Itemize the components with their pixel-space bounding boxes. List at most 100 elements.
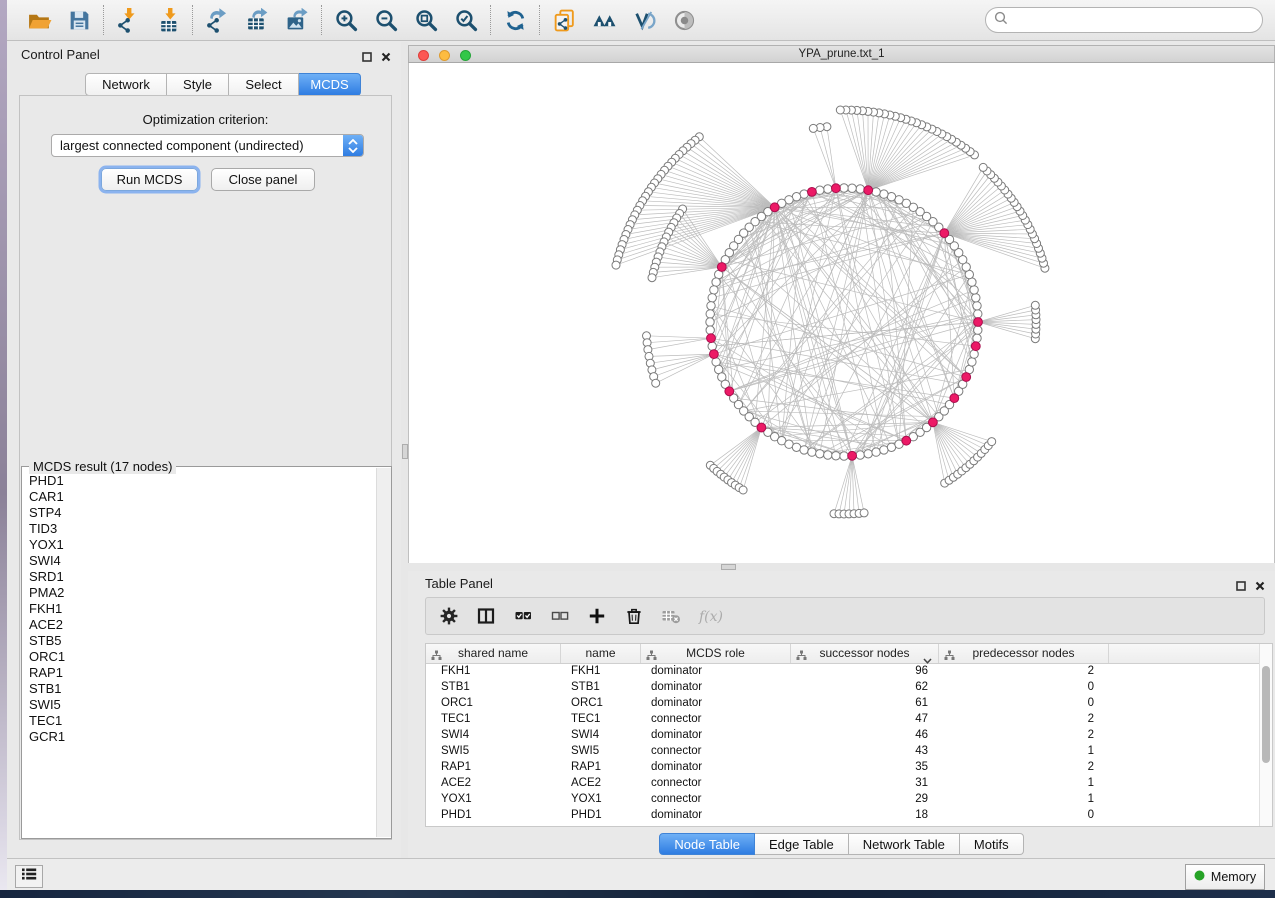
result-list-item[interactable]: SWI5 [23, 697, 373, 713]
ring-node[interactable] [707, 302, 715, 310]
ring-node[interactable] [973, 334, 981, 342]
result-list-item[interactable]: STP4 [23, 505, 373, 521]
ring-node[interactable] [872, 448, 880, 456]
search-network-icon[interactable] [590, 6, 618, 34]
result-list-item[interactable]: ORC1 [23, 649, 373, 665]
network-window-titlebar[interactable]: YPA_prune.txt_1 [408, 45, 1275, 63]
ring-node[interactable] [973, 302, 981, 310]
delete-column-icon[interactable] [624, 605, 644, 627]
vertical-splitter[interactable] [401, 42, 408, 858]
table-row[interactable]: RAP1RAP1dominator352 [426, 759, 1259, 775]
ring-node[interactable] [800, 446, 808, 454]
zoom-in-icon[interactable] [332, 6, 360, 34]
leaf-node[interactable] [860, 509, 868, 517]
save-session-icon[interactable] [65, 6, 93, 34]
select-all-checkboxes-icon[interactable] [513, 605, 533, 627]
leaf-node[interactable] [809, 124, 817, 132]
export-table-icon[interactable] [243, 6, 271, 34]
hub-node[interactable] [832, 184, 841, 193]
tab-select[interactable]: Select [229, 73, 299, 96]
export-image-icon[interactable] [283, 6, 311, 34]
ring-node[interactable] [840, 452, 848, 460]
horizontal-splitter[interactable] [408, 563, 1275, 571]
table-scrollbar[interactable] [1259, 644, 1272, 826]
scrollbar-thumb[interactable] [1262, 666, 1270, 763]
leaf-node[interactable] [988, 438, 996, 446]
leaf-node[interactable] [836, 106, 844, 114]
leaf-node[interactable] [612, 261, 620, 269]
ring-node[interactable] [824, 185, 832, 193]
ring-node[interactable] [712, 278, 720, 286]
refresh-view-icon[interactable] [501, 6, 529, 34]
add-column-icon[interactable] [587, 605, 607, 627]
result-list-item[interactable]: YOX1 [23, 537, 373, 553]
tab-network[interactable]: Network [85, 73, 167, 96]
search-input[interactable] [1013, 12, 1262, 28]
table-row[interactable]: PHD1PHD1dominator180 [426, 807, 1259, 823]
hub-node[interactable] [902, 436, 911, 445]
ring-node[interactable] [970, 350, 978, 358]
result-list-item[interactable]: ACE2 [23, 617, 373, 633]
result-list-item[interactable]: SWI4 [23, 553, 373, 569]
ring-node[interactable] [808, 448, 816, 456]
result-list-item[interactable]: GCR1 [23, 729, 373, 745]
close-panel-icon[interactable] [1255, 578, 1265, 596]
result-list-item[interactable]: PHD1 [23, 473, 373, 489]
ring-node[interactable] [708, 342, 716, 350]
splitter-handle[interactable] [721, 564, 736, 570]
ring-node[interactable] [968, 358, 976, 366]
network-canvas[interactable] [408, 63, 1275, 563]
table-row[interactable]: SWI4SWI4dominator462 [426, 727, 1259, 743]
memory-button[interactable]: Memory [1185, 864, 1265, 890]
close-panel-icon[interactable] [381, 49, 391, 67]
column-header-shared-name[interactable]: shared name [426, 644, 561, 663]
leaf-node[interactable] [739, 486, 747, 494]
ring-node[interactable] [974, 310, 982, 318]
ring-node[interactable] [970, 286, 978, 294]
float-panel-icon[interactable] [1236, 578, 1246, 596]
zoom-fit-icon[interactable] [412, 6, 440, 34]
result-list-item[interactable]: RAP1 [23, 665, 373, 681]
hub-node[interactable] [757, 423, 766, 432]
column-header-name[interactable]: name [561, 644, 641, 663]
hub-node[interactable] [974, 318, 983, 327]
table-row[interactable]: YOX1YOX1connector291 [426, 791, 1259, 807]
result-list-item[interactable]: STB5 [23, 633, 373, 649]
settings-icon[interactable] [439, 605, 459, 627]
tab-node-table[interactable]: Node Table [659, 833, 755, 855]
search-box[interactable] [985, 7, 1263, 33]
hub-node[interactable] [864, 186, 873, 195]
ring-node[interactable] [710, 286, 718, 294]
zoom-selected-icon[interactable] [452, 6, 480, 34]
export-network-icon[interactable] [203, 6, 231, 34]
table-row[interactable]: STB1STB1dominator620 [426, 679, 1259, 695]
hub-node[interactable] [848, 451, 857, 460]
leaf-node[interactable] [979, 163, 987, 171]
ring-node[interactable] [840, 184, 848, 192]
hub-node[interactable] [962, 373, 971, 382]
hub-node[interactable] [710, 350, 719, 359]
result-list-item[interactable]: CAR1 [23, 489, 373, 505]
hub-node[interactable] [940, 229, 949, 238]
column-header-MCDS-role[interactable]: MCDS role [641, 644, 791, 663]
tab-motifs[interactable]: Motifs [960, 833, 1024, 855]
result-list-item[interactable]: TID3 [23, 521, 373, 537]
hub-node[interactable] [929, 418, 938, 427]
hub-node[interactable] [971, 342, 980, 351]
result-list-item[interactable]: TEC1 [23, 713, 373, 729]
ring-node[interactable] [974, 326, 982, 334]
hub-node[interactable] [725, 387, 734, 396]
close-panel-button[interactable]: Close panel [211, 168, 315, 191]
clear-all-checkboxes-icon[interactable] [550, 605, 570, 627]
hub-node[interactable] [707, 334, 716, 343]
leaf-node[interactable] [648, 274, 656, 282]
float-panel-icon[interactable] [362, 49, 372, 67]
ring-node[interactable] [972, 294, 980, 302]
table-row[interactable]: ACE2ACE2connector311 [426, 775, 1259, 791]
hub-node[interactable] [950, 394, 959, 403]
duplicate-network-icon[interactable] [550, 6, 578, 34]
ring-node[interactable] [864, 450, 872, 458]
result-list-item[interactable]: FKH1 [23, 601, 373, 617]
open-file-icon[interactable] [25, 6, 53, 34]
leaf-node[interactable] [652, 379, 660, 387]
